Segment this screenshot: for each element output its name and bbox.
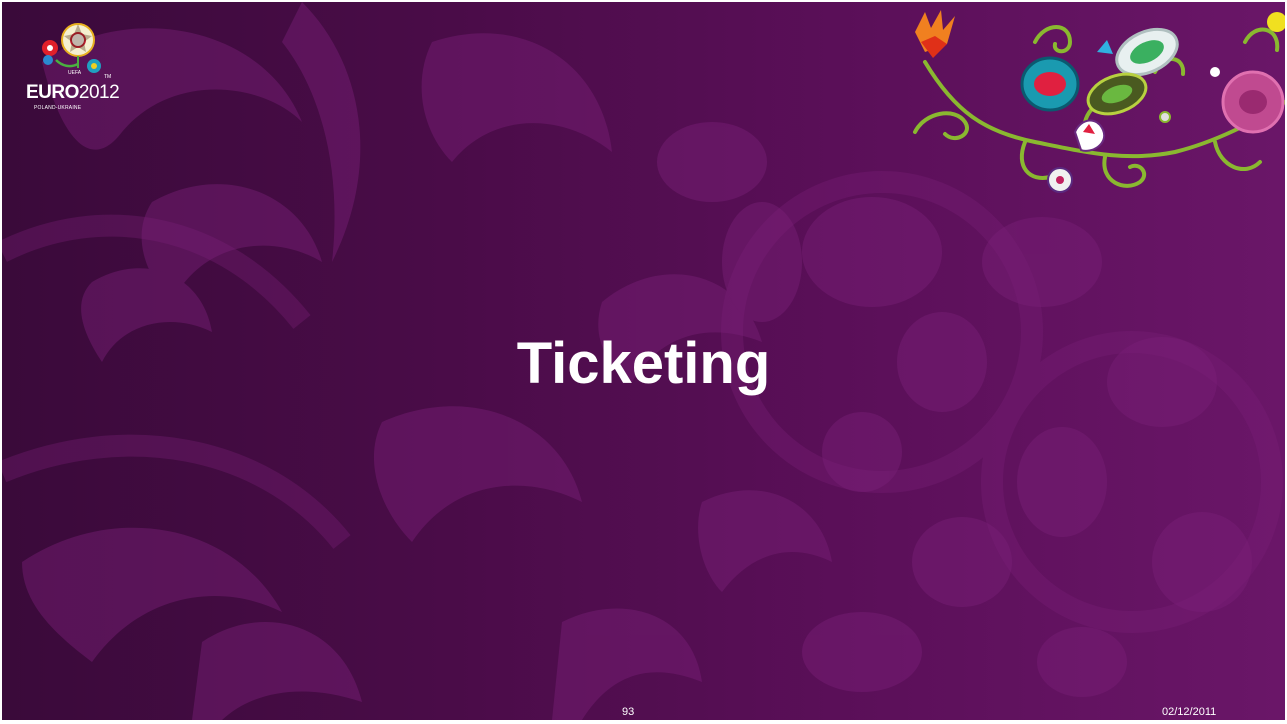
- logo-wordmark: EURO2012: [26, 82, 120, 103]
- svg-text:TM: TM: [104, 74, 111, 80]
- euro2012-emblem-icon: UEFA TM: [42, 23, 111, 80]
- page-number: 93: [622, 706, 635, 718]
- slide: UEFA TM EURO2012 POLAND-UKRAINE Ticketin…: [2, 2, 1285, 720]
- floral-stadium-vine-icon: [913, 10, 1285, 193]
- euro2012-logo: UEFA TM EURO2012 POLAND-UKRAINE: [20, 14, 130, 124]
- slide-date: 02/12/2011: [1162, 706, 1217, 718]
- slide-title: Ticketing: [516, 331, 771, 396]
- logo-subtitle: POLAND-UKRAINE: [34, 105, 82, 111]
- svg-text:UEFA: UEFA: [68, 70, 82, 76]
